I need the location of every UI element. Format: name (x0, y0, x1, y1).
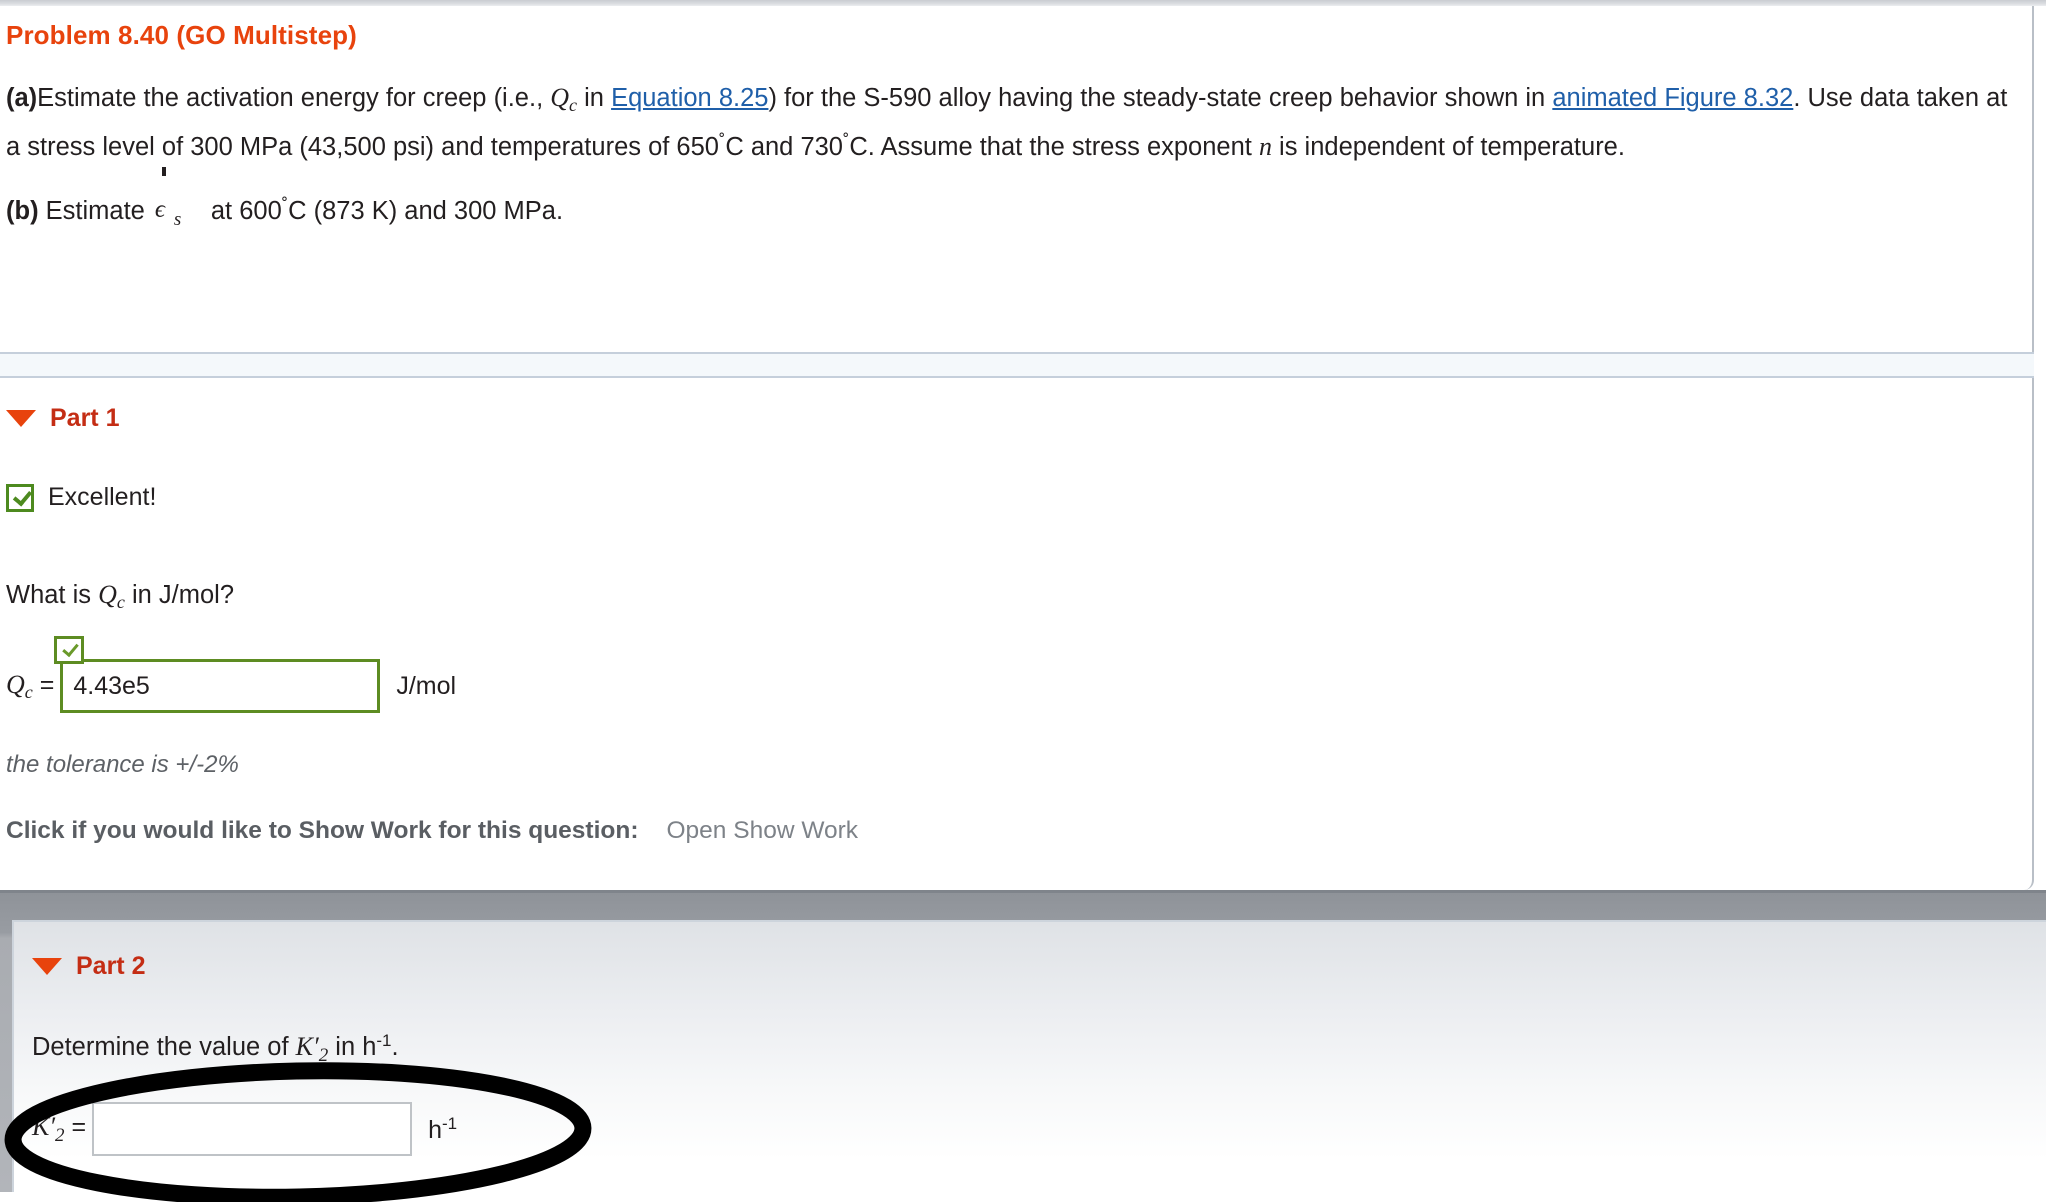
part-1-input-wrapper (54, 636, 381, 713)
part-a-text-5: C and 730 (725, 133, 843, 161)
q2-text-1: Determine the value of (32, 1033, 296, 1061)
part-2-answer-unit: h-1 (428, 1114, 457, 1145)
answer-var-Q: Q (6, 669, 25, 699)
q2-symbol-K-subscript: 2 (318, 1045, 329, 1066)
page-title: Problem 8.40 (GO Multistep) (6, 20, 357, 50)
part-2-label: Part 2 (76, 952, 146, 980)
symbol-n: n (1258, 132, 1272, 161)
check-icon (6, 483, 34, 512)
q2-text-3: . (391, 1033, 399, 1061)
problem-statement: Problem 8.40 (GO Multistep) (a)Estimate … (6, 20, 2016, 240)
part-a-paragraph: (a)Estimate the activation energy for cr… (6, 79, 2016, 166)
q2-symbol-K: K′ (295, 1032, 319, 1061)
check-icon-answer-status (54, 636, 85, 664)
part-b-marker: (b) (6, 197, 39, 225)
answer-var-K: K′ (32, 1111, 56, 1141)
part-a-text-2: in (577, 84, 612, 112)
part-a-text-7: is independent of temperature. (1271, 133, 1625, 161)
part-1-answer-input[interactable] (60, 659, 381, 713)
part-1-label: Part 1 (50, 404, 120, 432)
part-2-question: Determine the value of K′2 in h-1. (32, 1031, 2012, 1067)
open-show-work-link[interactable]: Open Show Work (667, 817, 859, 845)
tolerance-note: the tolerance is +/-2% (6, 751, 239, 778)
show-work-prompt: Click if you would like to Show Work for… (6, 817, 639, 844)
equals-sign: = (39, 670, 55, 699)
equals-sign-2: = (71, 1112, 87, 1141)
q2-text-2: in h (328, 1033, 377, 1061)
section-divider (0, 352, 2034, 378)
part-2-answer-variable-label: K′2 = (32, 1112, 86, 1147)
part-b-text-1: Estimate (45, 197, 145, 225)
question-symbol-Q-subscript: c (116, 592, 125, 612)
part-a-text-6: C. Assume that the stress exponent (849, 133, 1259, 161)
symbol-Q: Q (550, 83, 570, 112)
question-symbol-Q: Q (98, 580, 117, 609)
part-a-marker: (a) (6, 84, 38, 112)
part-2-answer-input[interactable] (92, 1102, 413, 1156)
q2-exponent: -1 (376, 1031, 392, 1050)
epsilon-dot-icon (161, 167, 166, 176)
unit-exponent: -1 (442, 1113, 458, 1133)
part-2-section: Part 2 Determine the value of K′2 in h-1… (32, 952, 2012, 1159)
triangle-down-icon[interactable] (6, 410, 36, 427)
part-2-panel: Part 2 Determine the value of K′2 in h-1… (12, 920, 2046, 1192)
question-text-2: in J/mol? (124, 581, 235, 609)
part-a-text-1: Estimate the activation energy for creep… (37, 84, 551, 112)
part-b-paragraph: (b) Estimate ϵ s at 600˚C (873 K) and 300 M… (6, 167, 2016, 230)
part-2-header[interactable]: Part 2 (32, 952, 2012, 981)
epsilon-dot-s-symbol: ϵs (155, 167, 201, 230)
show-work-row: Click if you would like to Show Work for… (6, 817, 2016, 845)
problem-panel: Problem 8.40 (GO Multistep) (a)Estimate … (0, 6, 2034, 890)
unit-h: h (428, 1115, 442, 1144)
symbol-Q-subscript: c (569, 95, 578, 115)
epsilon-glyph: ϵ (154, 196, 165, 223)
backdrop-top-hairline (0, 890, 2046, 893)
link-equation-8-25[interactable]: Equation 8.25 (611, 84, 768, 112)
part-a-text-3: ) for the S-590 alloy having the steady-… (768, 84, 1553, 112)
part-b-text-2: at 600 (210, 197, 282, 225)
part-1-section: Part 1 Excellent! What is Qc in J/mol? Q… (6, 404, 2016, 845)
part-2-answer-row: K′2 = h-1 (32, 1099, 2012, 1159)
link-animated-figure-8-32[interactable]: animated Figure 8.32 (1552, 84, 1793, 112)
part-1-header[interactable]: Part 1 (6, 404, 2016, 433)
app-screen: Problem 8.40 (GO Multistep) (a)Estimate … (0, 0, 2046, 1202)
part-b-text-3: C (873 K) and 300 MPa. (288, 197, 564, 225)
epsilon-subscript-s: s (173, 209, 182, 230)
feedback-text: Excellent! (48, 483, 157, 511)
part-1-answer-row: Qc = J/mol (6, 636, 2016, 717)
part-1-feedback: Excellent! (6, 483, 2016, 512)
answer-variable-label: Qc = (6, 670, 54, 703)
question-text-1: What is (6, 581, 99, 609)
answer-var-Q-subscript: c (24, 681, 33, 702)
triangle-down-icon[interactable] (32, 958, 62, 975)
part-1-answer-unit: J/mol (396, 671, 457, 700)
part-1-question: What is Qc in J/mol? (6, 580, 2016, 613)
answer-var-K-subscript: 2 (55, 1124, 65, 1146)
